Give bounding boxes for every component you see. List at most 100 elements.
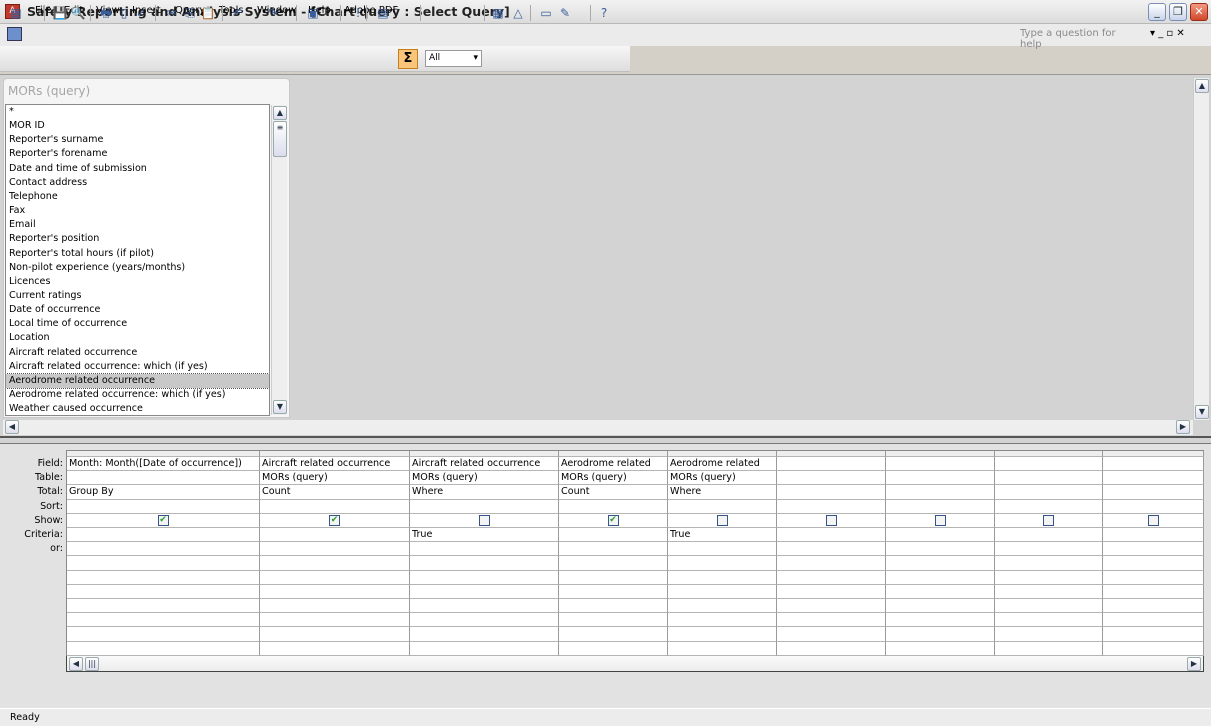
grid-cell-empty[interactable] [668, 599, 777, 614]
field-list-item[interactable]: Reporter's total hours (if pilot) [9, 247, 154, 261]
grid-cell-sort[interactable] [1103, 499, 1204, 514]
grid-cell-empty[interactable] [668, 584, 777, 599]
grid-cell-empty[interactable] [995, 584, 1103, 599]
grid-cell-empty[interactable] [559, 641, 668, 656]
grid-cell-or[interactable] [67, 542, 260, 557]
grid-cell-empty[interactable] [1103, 627, 1204, 642]
run-icon[interactable]: ! [350, 5, 366, 21]
show-checkbox[interactable] [934, 514, 946, 526]
show-checkbox[interactable]: ✔ [329, 514, 340, 526]
grid-cell-or[interactable] [886, 542, 995, 557]
grid-cell-or[interactable] [260, 542, 410, 557]
grid-cell-total[interactable]: Group By [67, 485, 260, 500]
grid-cell-empty[interactable] [67, 613, 260, 628]
grid-cell-empty[interactable] [886, 584, 995, 599]
grid-cell-empty[interactable] [260, 641, 410, 656]
print-icon[interactable]: 🖶 [98, 5, 114, 21]
grid-cell-empty[interactable] [1103, 570, 1204, 585]
undo-icon[interactable]: ↶ [230, 5, 246, 21]
grid-cell-show[interactable]: ✔ [559, 513, 668, 528]
scroll-up-icon[interactable]: ▲ [273, 106, 287, 120]
grid-cell-table[interactable] [777, 471, 886, 486]
grid-cell-or[interactable] [410, 542, 559, 557]
grid-cell-total[interactable] [886, 485, 995, 500]
grid-cell-field[interactable] [1103, 457, 1204, 472]
grid-cell-empty[interactable] [886, 556, 995, 571]
grid-cell-empty[interactable] [1103, 556, 1204, 571]
show-checkbox[interactable] [478, 514, 490, 526]
show-checkbox[interactable] [825, 514, 837, 526]
grid-cell-table[interactable]: MORs (query) [260, 471, 410, 486]
scroll-thumb[interactable]: ≡ [273, 121, 287, 157]
scroll-down-icon[interactable]: ▼ [1195, 405, 1209, 419]
grid-cell-empty[interactable] [668, 613, 777, 628]
grid-cell-field[interactable]: Aircraft related occurrence [410, 457, 559, 472]
grid-cell-empty[interactable] [410, 627, 559, 642]
grid-cell-empty[interactable] [995, 599, 1103, 614]
spelling-icon[interactable]: ✓ [133, 5, 149, 21]
field-list-item[interactable]: * [9, 105, 14, 119]
grid-cell-criteria[interactable] [260, 528, 410, 543]
field-list-item[interactable]: Aircraft related occurrence [9, 346, 137, 360]
grid-cell-criteria[interactable] [67, 528, 260, 543]
scroll-down-icon[interactable]: ▼ [273, 400, 287, 414]
show-checkbox[interactable] [1147, 514, 1159, 526]
grid-cell-or[interactable] [1103, 542, 1204, 557]
grid-cell-empty[interactable] [410, 584, 559, 599]
grid-cell-empty[interactable] [995, 641, 1103, 656]
grid-cell-empty[interactable] [67, 570, 260, 585]
grid-cell-or[interactable] [777, 542, 886, 557]
grid-cell-field[interactable]: Aerodrome related [559, 457, 668, 472]
field-list-item[interactable]: Aerodrome related occurrence [6, 372, 269, 389]
grid-cell-total[interactable] [995, 485, 1103, 500]
grid-cell-empty[interactable] [886, 627, 995, 642]
grid-cell-empty[interactable] [559, 627, 668, 642]
grid-cell-show[interactable] [1103, 513, 1204, 528]
grid-cell-field[interactable] [777, 457, 886, 472]
field-list[interactable]: * MOR ID Reporter's surname Reporter's fore… [5, 104, 270, 416]
grid-cell-sort[interactable] [260, 499, 410, 514]
grid-cell-criteria[interactable] [886, 528, 995, 543]
grid-cell-empty[interactable] [777, 584, 886, 599]
grid-cell-field[interactable]: Month: Month([Date of occurrence]) [67, 457, 260, 472]
grid-cell-empty[interactable] [886, 570, 995, 585]
pane-horizontal-scrollbar[interactable]: ◀ ▶ [3, 420, 1193, 435]
help-search-input[interactable]: Type a question for help [1020, 28, 1138, 50]
grid-cell-empty[interactable] [260, 613, 410, 628]
grid-cell-criteria[interactable]: True [668, 528, 777, 543]
grid-cell-empty[interactable] [777, 556, 886, 571]
grid-cell-empty[interactable] [559, 556, 668, 571]
field-list-item[interactable]: Telephone [9, 190, 58, 204]
redo-icon[interactable]: ↷ [265, 5, 281, 21]
grid-cell-field[interactable]: Aircraft related occurrence [260, 457, 410, 472]
grid-cell-field[interactable] [995, 457, 1103, 472]
new-object-icon[interactable]: ✎ [557, 5, 573, 21]
grid-cell-empty[interactable] [67, 599, 260, 614]
grid-cell-empty[interactable] [1103, 599, 1204, 614]
grid-cell-empty[interactable] [995, 556, 1103, 571]
scroll-left-icon[interactable]: ◀ [5, 420, 19, 434]
grid-cell-empty[interactable] [410, 599, 559, 614]
grid-cell-total[interactable]: Where [668, 485, 777, 500]
field-list-scrollbar[interactable]: ▲ ≡ ▼ [271, 105, 287, 415]
grid-cell-table[interactable]: MORs (query) [559, 471, 668, 486]
grid-cell-sort[interactable] [67, 499, 260, 514]
grid-cell-show[interactable] [668, 513, 777, 528]
grid-cell-show[interactable] [410, 513, 559, 528]
grid-cell-or[interactable] [668, 542, 777, 557]
grid-cell-total[interactable]: Count [260, 485, 410, 500]
close-button[interactable]: ✕ [1190, 3, 1208, 21]
copy-icon[interactable]: ⎘ [182, 5, 198, 21]
scroll-right-icon[interactable]: ▶ [1187, 657, 1201, 671]
grid-cell-empty[interactable] [67, 556, 260, 571]
grid-cell-show[interactable] [886, 513, 995, 528]
grid-cell-empty[interactable] [995, 627, 1103, 642]
scroll-thumb[interactable]: ||| [85, 657, 99, 671]
grid-cell-show[interactable]: ✔ [260, 513, 410, 528]
properties-icon[interactable]: ▦ [490, 5, 506, 21]
query-type-icon[interactable]: ▣ [305, 5, 321, 21]
grid-cell-empty[interactable] [559, 599, 668, 614]
show-table-icon[interactable]: ▤ [375, 5, 391, 21]
grid-cell-criteria[interactable]: True [410, 528, 559, 543]
grid-cell-empty[interactable] [777, 599, 886, 614]
